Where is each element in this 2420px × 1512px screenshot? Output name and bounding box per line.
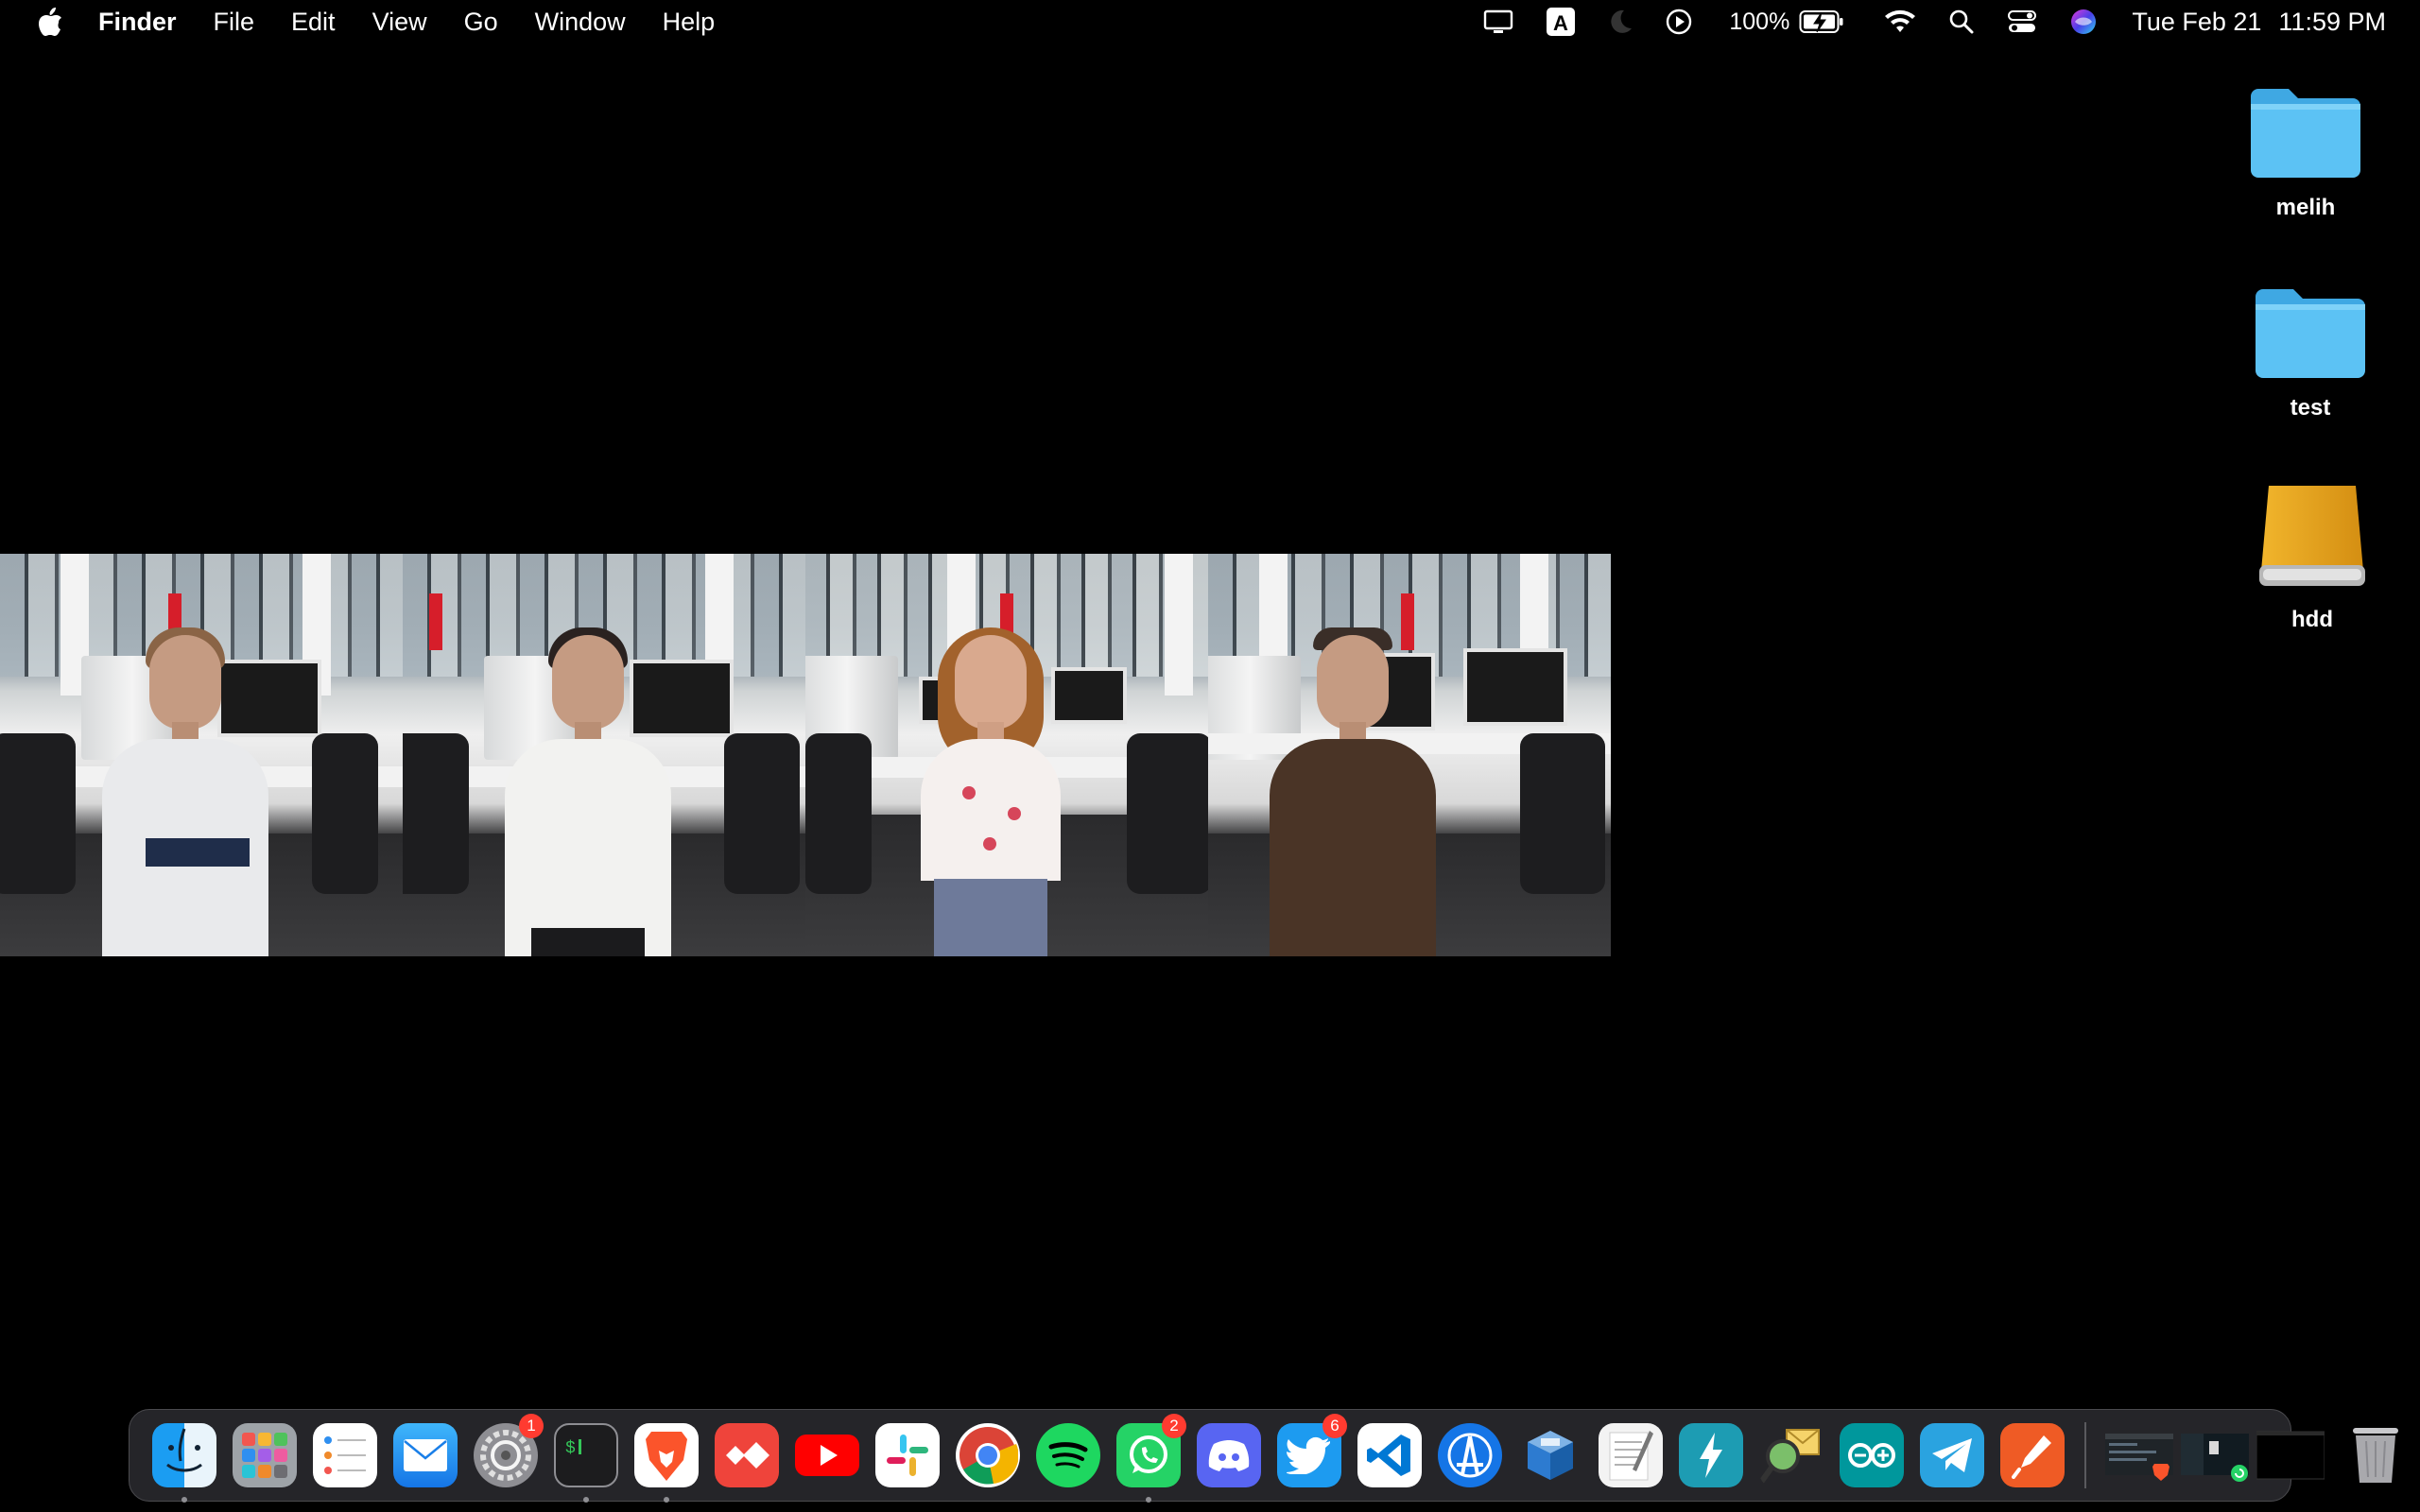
slack-icon <box>875 1423 940 1487</box>
clock-time: 11:59 PM <box>2278 7 2386 36</box>
telegram-icon <box>1920 1423 1984 1487</box>
dock-bolt-app[interactable] <box>1679 1423 1743 1487</box>
dock-youtube[interactable] <box>795 1423 859 1487</box>
menu-help[interactable]: Help <box>663 0 716 43</box>
menu-edit[interactable]: Edit <box>291 0 336 43</box>
dock-postman[interactable] <box>2000 1423 2065 1487</box>
menu-bar-left: Finder File Edit View Go Window Help <box>0 0 752 43</box>
dock: 1 $ 2 6 <box>129 1409 2398 1503</box>
folder-icon <box>2251 89 2360 178</box>
apple-logo-icon[interactable] <box>34 0 66 43</box>
black-window-thumbnail[interactable] <box>2256 1428 2325 1483</box>
svg-text:$: $ <box>565 1439 576 1458</box>
dock-virtualbox[interactable] <box>1518 1423 1582 1487</box>
desktop-folder-melih[interactable]: melih <box>2235 83 2377 221</box>
battery-percent[interactable]: 100% <box>1729 9 1789 36</box>
menu-file[interactable]: File <box>214 0 255 43</box>
dock-arduino[interactable] <box>1840 1423 1904 1487</box>
focus-moon-icon[interactable] <box>1608 0 1633 43</box>
virtualbox-icon <box>1518 1423 1582 1487</box>
notification-badge: 1 <box>519 1414 544 1438</box>
wifi-icon[interactable] <box>1884 0 1916 43</box>
external-drive-icon <box>2259 486 2365 586</box>
person-1 <box>91 627 280 956</box>
youtube-icon <box>795 1423 859 1487</box>
discord-icon <box>1197 1423 1261 1487</box>
brave-icon <box>634 1423 699 1487</box>
display-icon[interactable] <box>1483 0 1513 43</box>
menu-bar-status-area: A 100% Tue Feb 21 11:59 PM <box>1451 0 2420 43</box>
menu-view[interactable]: View <box>372 0 427 43</box>
dock-magnifier-mail[interactable] <box>1759 1423 1824 1487</box>
desktop-icon-label: hdd <box>2291 607 2333 632</box>
mail-icon <box>393 1423 458 1487</box>
dock-spotify[interactable] <box>1036 1423 1100 1487</box>
spotify-icon <box>1036 1423 1100 1487</box>
postman-icon <box>2000 1423 2065 1487</box>
notification-badge: 6 <box>1322 1414 1347 1438</box>
menu-bar: Finder File Edit View Go Window Help A 1… <box>0 0 2420 43</box>
dock-chrome[interactable] <box>956 1423 1020 1487</box>
magnifier-mail-icon <box>1759 1423 1824 1487</box>
svg-text:A: A <box>1553 11 1568 35</box>
dock-trash[interactable] <box>2343 1423 2408 1487</box>
dock-slack[interactable] <box>875 1423 940 1487</box>
menu-window[interactable]: Window <box>535 0 626 43</box>
folder-icon <box>2256 289 2365 378</box>
reminders-icon <box>313 1423 377 1487</box>
dock-textedit[interactable] <box>1599 1423 1663 1487</box>
clock-date: Tue Feb 21 <box>2132 7 2262 36</box>
instruments-icon <box>1438 1423 1502 1487</box>
dock-system-preferences[interactable]: 1 <box>474 1414 544 1487</box>
photo-strip-image <box>0 554 1611 956</box>
menu-bar-clock[interactable]: Tue Feb 21 11:59 PM <box>2132 8 2386 37</box>
brave-window-thumbnail[interactable] <box>2105 1428 2173 1483</box>
dock-launchpad[interactable] <box>233 1423 297 1487</box>
whatsapp-window-thumbnail[interactable] <box>2181 1428 2249 1483</box>
app-menu-finder[interactable]: Finder <box>98 0 177 43</box>
desktop-icon-label: test <box>2290 395 2331 421</box>
now-playing-icon[interactable] <box>1665 0 1693 43</box>
dock-brave[interactable] <box>634 1423 699 1503</box>
dock-terminal[interactable]: $ <box>554 1423 618 1503</box>
battery-charging-icon[interactable] <box>1799 0 1844 43</box>
trash-icon <box>2343 1423 2408 1487</box>
bolt-app-icon <box>1679 1423 1743 1487</box>
desktop-drive-hdd[interactable]: hdd <box>2241 482 2383 633</box>
dock-mail[interactable] <box>393 1423 458 1487</box>
siri-icon[interactable] <box>2069 0 2098 43</box>
dock-anydesk[interactable] <box>715 1423 779 1487</box>
dock-telegram[interactable] <box>1920 1423 1984 1487</box>
dock-discord[interactable] <box>1197 1423 1261 1487</box>
control-center-icon[interactable] <box>2007 0 2037 43</box>
vscode-icon <box>1357 1423 1422 1487</box>
dock-reminders[interactable] <box>313 1423 377 1487</box>
anydesk-icon <box>715 1423 779 1487</box>
dock-separator <box>2084 1422 2086 1488</box>
dock-finder[interactable] <box>152 1423 216 1503</box>
finder-icon <box>152 1423 216 1487</box>
menu-go[interactable]: Go <box>464 0 498 43</box>
person-4 <box>1258 627 1447 956</box>
photo-panel-4 <box>1208 554 1611 956</box>
spotlight-search-icon[interactable] <box>1948 0 1975 43</box>
photo-panel-3 <box>805 554 1208 956</box>
person-3 <box>896 627 1085 956</box>
desktop-folder-test[interactable]: test <box>2239 284 2381 421</box>
person-2 <box>493 627 683 956</box>
dock-twitter[interactable]: 6 <box>1277 1414 1347 1487</box>
input-source-icon[interactable]: A <box>1546 0 1576 43</box>
chrome-icon <box>956 1423 1020 1487</box>
desktop-icon-label: melih <box>2275 195 2336 220</box>
arduino-icon <box>1840 1423 1904 1487</box>
launchpad-icon <box>233 1423 297 1487</box>
dock-instruments[interactable] <box>1438 1423 1502 1487</box>
textedit-icon <box>1599 1423 1663 1487</box>
photo-panel-1 <box>0 554 403 956</box>
terminal-icon: $ <box>554 1423 618 1487</box>
dock-vscode[interactable] <box>1357 1423 1422 1487</box>
notification-badge: 2 <box>1162 1414 1186 1438</box>
photo-panel-2 <box>403 554 805 956</box>
dock-whatsapp[interactable]: 2 <box>1116 1414 1186 1503</box>
